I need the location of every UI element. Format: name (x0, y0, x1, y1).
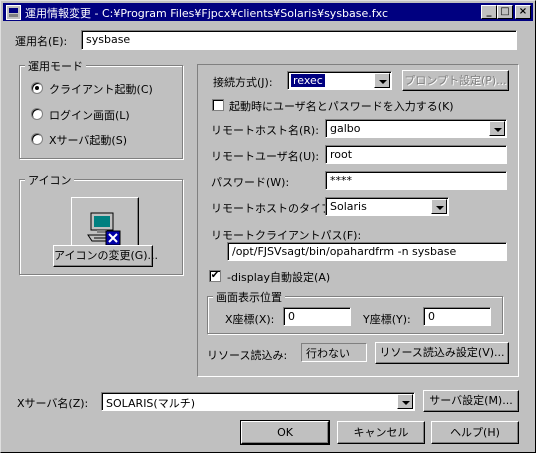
remote-host-value: galbo (330, 122, 361, 135)
x-coord-label: X座標(X): (225, 313, 275, 326)
mode-option-login[interactable]: ログイン画面(L) (49, 107, 130, 123)
mode-radio-xserver[interactable] (31, 133, 43, 145)
mode-group-title: 運用モード (25, 58, 86, 74)
host-type-combo[interactable]: Solaris (325, 197, 449, 216)
app-icon (6, 5, 21, 20)
close-button[interactable]: × (515, 5, 531, 19)
op-name-input[interactable]: sysbase (81, 30, 517, 50)
host-type-value: Solaris (330, 200, 367, 213)
x-coord-input[interactable]: 0 (283, 307, 351, 326)
server-settings-button[interactable]: サーバ設定(M)... (423, 390, 519, 412)
client-path-label: リモートクライアントパス(F): (211, 229, 362, 242)
method-combo[interactable]: rexec (287, 71, 392, 90)
prompt-settings-button[interactable]: プロンプト設定(P)... (402, 70, 509, 91)
window-title: 運用情報変更 - C:¥Program Files¥Fjpcx¥clients¥… (25, 7, 388, 20)
mode-radio-login[interactable] (31, 108, 43, 120)
minimize-button[interactable]: _ (481, 5, 497, 19)
display-auto-checkbox[interactable]: ✔ (209, 270, 221, 282)
y-coord-label: Y座標(Y): (363, 313, 411, 326)
change-icon-button[interactable]: アイコンの変更(G)... (53, 245, 158, 267)
password-label: パスワード(W): (211, 176, 290, 189)
method-value: rexec (291, 74, 325, 87)
op-name-label: 運用名(E): (15, 35, 68, 48)
ok-button[interactable]: OK (240, 420, 330, 445)
y-coord-input[interactable]: 0 (423, 307, 491, 326)
xserver-combo[interactable]: SOLARIS(マルチ) (101, 392, 415, 411)
input-at-start-label[interactable]: 起動時にユーザ名とパスワードを入力する(K) (229, 98, 454, 114)
dialog-window: 運用情報変更 - C:¥Program Files¥Fjpcx¥clients¥… (0, 0, 536, 453)
mode-option-xserver[interactable]: Xサーバ起動(S) (49, 132, 127, 148)
remote-host-label: リモートホスト名(R): (211, 124, 319, 137)
icon-group-title: アイコン (25, 172, 75, 188)
client-path-input[interactable]: /opt/FJSVsagt/bin/opahardfrm -n sysbase (227, 242, 507, 261)
remote-host-combo[interactable]: galbo (325, 119, 507, 138)
remote-user-label: リモートユーザ名(U): (211, 150, 320, 163)
display-auto-label[interactable]: -display自動設定(A) (227, 269, 330, 285)
position-group-title: 画面表示位置 (213, 289, 285, 305)
password-input[interactable]: **** (325, 171, 507, 190)
xserver-value: SOLARIS(マルチ) (106, 397, 195, 410)
chevron-down-icon[interactable] (431, 199, 447, 214)
chevron-down-icon[interactable] (397, 394, 413, 409)
method-label: 接続方式(J): (213, 76, 273, 89)
help-button[interactable]: ヘルプ(H) (431, 421, 519, 444)
title-bar: 運用情報変更 - C:¥Program Files¥Fjpcx¥clients¥… (3, 3, 533, 21)
input-at-start-checkbox[interactable] (212, 99, 224, 111)
cancel-button[interactable]: キャンセル (337, 421, 425, 444)
xserver-label: Xサーバ名(Z): (17, 397, 89, 410)
resource-value: 行わない (301, 343, 367, 362)
chevron-down-icon[interactable] (489, 121, 505, 136)
computer-icon (87, 212, 121, 246)
maximize-button[interactable]: □ (497, 5, 513, 19)
resource-label: リソース読込み: (207, 349, 288, 362)
mode-radio-client[interactable] (31, 82, 43, 94)
chevron-down-icon[interactable] (374, 73, 390, 88)
resource-settings-button[interactable]: リソース読込み設定(V)... (375, 342, 509, 364)
mode-option-client[interactable]: クライアント起動(C) (49, 81, 153, 97)
remote-user-input[interactable]: root (325, 145, 507, 164)
